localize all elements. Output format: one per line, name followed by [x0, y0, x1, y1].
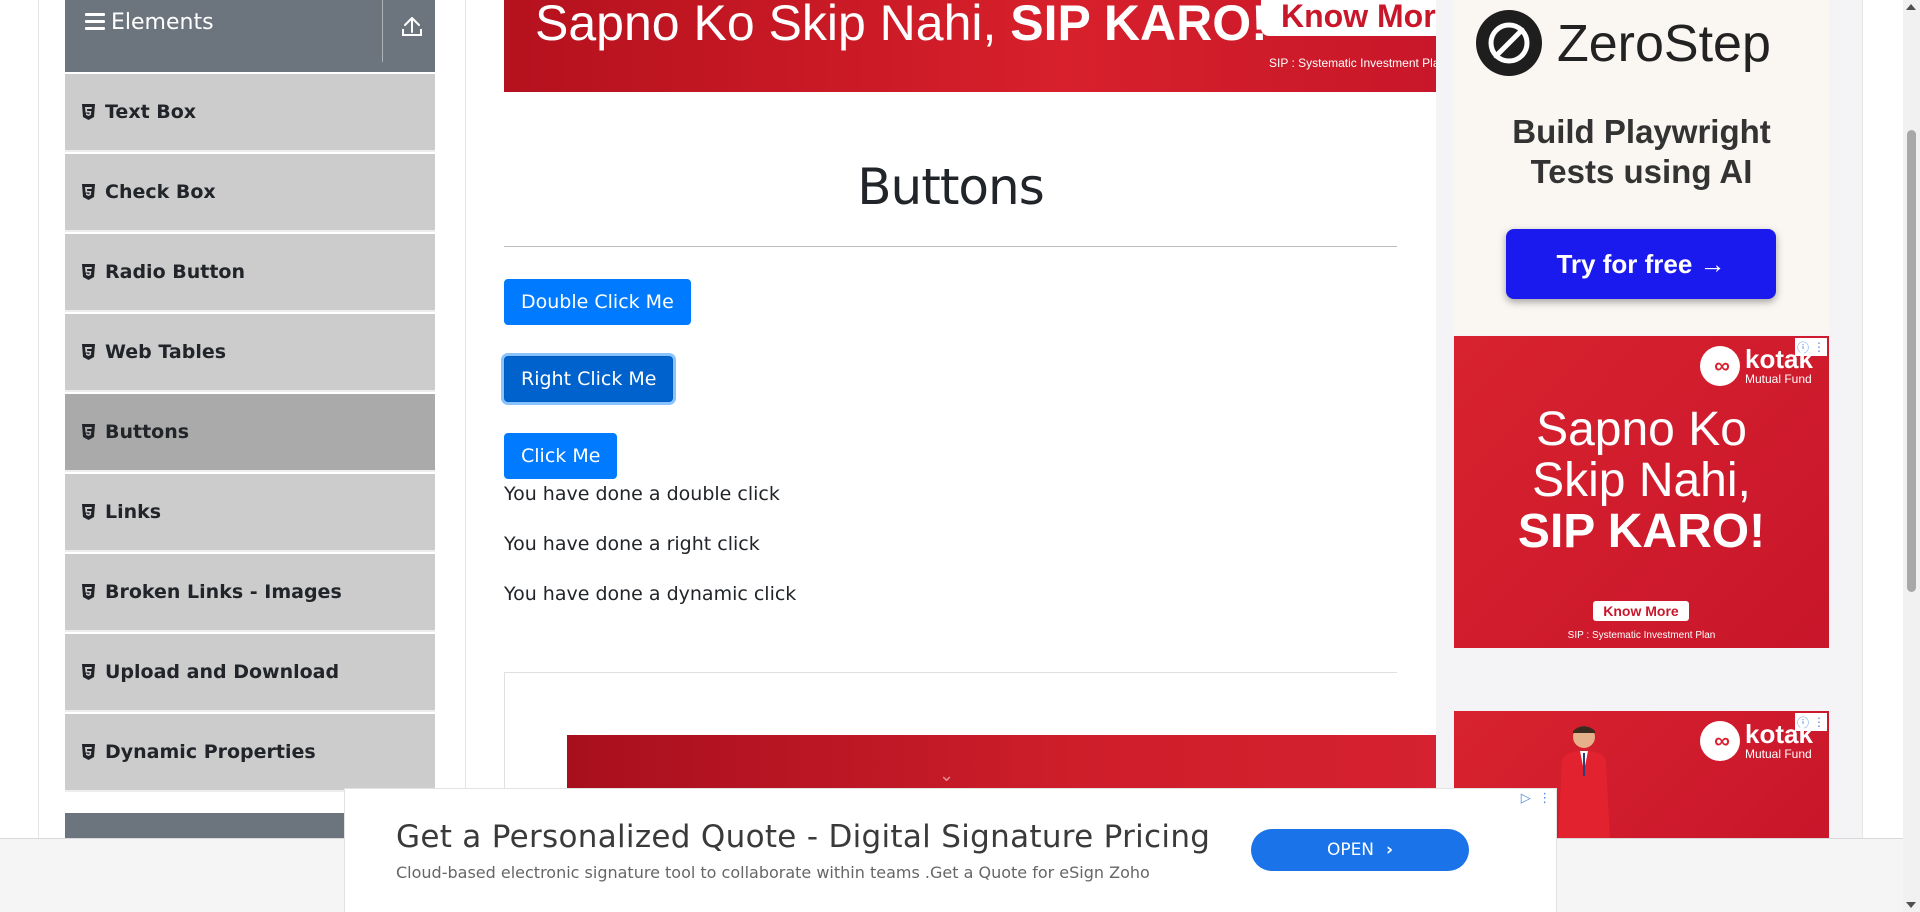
sidebar-item-links[interactable]: Links: [65, 474, 435, 552]
collapse-upload-icon[interactable]: [397, 12, 427, 42]
html5-icon: [82, 104, 95, 120]
more-options-icon[interactable]: ⋮: [1538, 791, 1551, 806]
zerostep-brand: ZeroStep: [1557, 15, 1771, 73]
sidebar-item-broken-links-images[interactable]: Broken Links - Images: [65, 554, 435, 632]
kotak-ad[interactable]: ⓘ ⋮ ∞ kotak Mutual Fund Sapno Ko Skip Nah…: [1454, 336, 1829, 648]
header-divider: [382, 0, 383, 62]
kotak-logo-icon: ∞: [1700, 346, 1740, 386]
html5-icon: [82, 744, 95, 760]
dynamic-click-message: You have done a dynamic click: [504, 583, 797, 605]
bottom-ad-description: Cloud-based electronic signature tool to…: [396, 863, 1150, 882]
scroll-up-arrow-icon[interactable]: [1906, 4, 1916, 10]
top-ad-know-more-button[interactable]: Know More: [1261, 0, 1436, 36]
sidebar-item-label: Radio Button: [105, 261, 245, 283]
right-click-message: You have done a right click: [504, 533, 760, 555]
kotak-logo-icon: ∞: [1700, 721, 1740, 761]
page-title: Buttons: [857, 158, 1045, 216]
sidebar-item-web-tables[interactable]: Web Tables: [65, 314, 435, 392]
kotak-sip-note: SIP : Systematic Investment Plan: [1567, 630, 1716, 641]
zerostep-logo-icon: [1476, 10, 1542, 76]
top-ad-sip-note: SIP : Systematic Investment Plan: [1269, 56, 1436, 70]
sidebar-item-label: Web Tables: [105, 341, 227, 363]
sidebar-item-label: Check Box: [105, 181, 216, 203]
bottom-ad-open-button[interactable]: OPEN ›: [1251, 829, 1469, 871]
title-divider: [504, 246, 1397, 247]
click-me-button[interactable]: Click Me: [504, 433, 618, 479]
sidebar-divider: [465, 0, 466, 840]
kotak-ad-headline: Sapno Ko Skip Nahi, SIP KARO!: [1517, 403, 1766, 558]
html5-icon: [82, 264, 95, 280]
bottom-anchor-ad[interactable]: ▷ ⋮ Get a Personalized Quote - Digital Si…: [344, 788, 1557, 912]
sidebar-item-label: Text Box: [105, 101, 197, 123]
bottom-ad-headline[interactable]: Get a Personalized Quote - Digital Signa…: [396, 819, 1210, 855]
sidebar-item-label: Dynamic Properties: [105, 741, 316, 763]
hamburger-menu-icon: [85, 13, 105, 30]
html5-icon: [82, 584, 95, 600]
sidebar-item-label: Upload and Download: [105, 661, 340, 683]
kotak-logo: ∞ kotak Mutual Fund: [1700, 346, 1813, 386]
sidebar-item-text-box[interactable]: Text Box: [65, 74, 435, 152]
zerostep-tagline: Build Playwright Tests using AI: [1512, 113, 1771, 190]
html5-icon: [82, 184, 95, 200]
sidebar-item-upload-and-download[interactable]: Upload and Download: [65, 634, 435, 712]
chevron-right-icon: ›: [1386, 840, 1394, 860]
top-ad-text: Sapno Ko Skip Nahi, SIP KARO!: [535, 0, 1268, 51]
right-click-button[interactable]: Right Click Me: [504, 356, 674, 402]
double-click-message: You have done a double click: [504, 483, 780, 505]
sidebar-item-check-box[interactable]: Check Box: [65, 154, 435, 232]
more-options-icon[interactable]: ⋮: [1813, 715, 1825, 729]
ad-choices[interactable]: ▷ ⋮: [1517, 789, 1555, 807]
sidebar-item-label: Links: [105, 501, 162, 523]
sidebar-item-radio-button[interactable]: Radio Button: [65, 234, 435, 312]
kotak-logo: ∞ kotak Mutual Fund: [1700, 721, 1813, 761]
top-banner-ad[interactable]: Sapno Ko Skip Nahi, SIP KARO! Know More …: [504, 0, 1436, 92]
sidebar-group-header-elements[interactable]: Elements: [65, 0, 435, 72]
ad-choices-icon[interactable]: ▷: [1521, 791, 1531, 806]
container-border-left: [38, 0, 39, 840]
sidebar-item-dynamic-properties[interactable]: Dynamic Properties: [65, 714, 435, 792]
html5-icon: [82, 424, 95, 440]
more-options-icon[interactable]: ⋮: [1813, 340, 1825, 354]
person-image: [1558, 726, 1610, 841]
container-border-right: [1862, 0, 1863, 840]
html5-icon: [82, 344, 95, 360]
page: Elements Text Box Check Box Radio Button…: [0, 0, 1920, 912]
sidebar-item-label: Broken Links - Images: [105, 581, 342, 603]
sidebar-item-buttons[interactable]: Buttons: [65, 394, 435, 472]
zerostep-try-free-button[interactable]: Try for free →: [1506, 229, 1776, 299]
double-click-button[interactable]: Double Click Me: [504, 279, 691, 325]
html5-icon: [82, 504, 95, 520]
html5-icon: [82, 664, 95, 680]
kotak-know-more-button[interactable]: Know More: [1593, 601, 1689, 621]
sidebar-item-label: Buttons: [105, 421, 190, 443]
scrollbar-thumb[interactable]: [1907, 130, 1916, 592]
sidebar-group-title: Elements: [85, 10, 214, 35]
scroll-down-arrow-icon[interactable]: [1906, 902, 1916, 908]
chevron-down-icon: ⌄: [939, 765, 955, 786]
vertical-scrollbar[interactable]: [1903, 0, 1920, 912]
